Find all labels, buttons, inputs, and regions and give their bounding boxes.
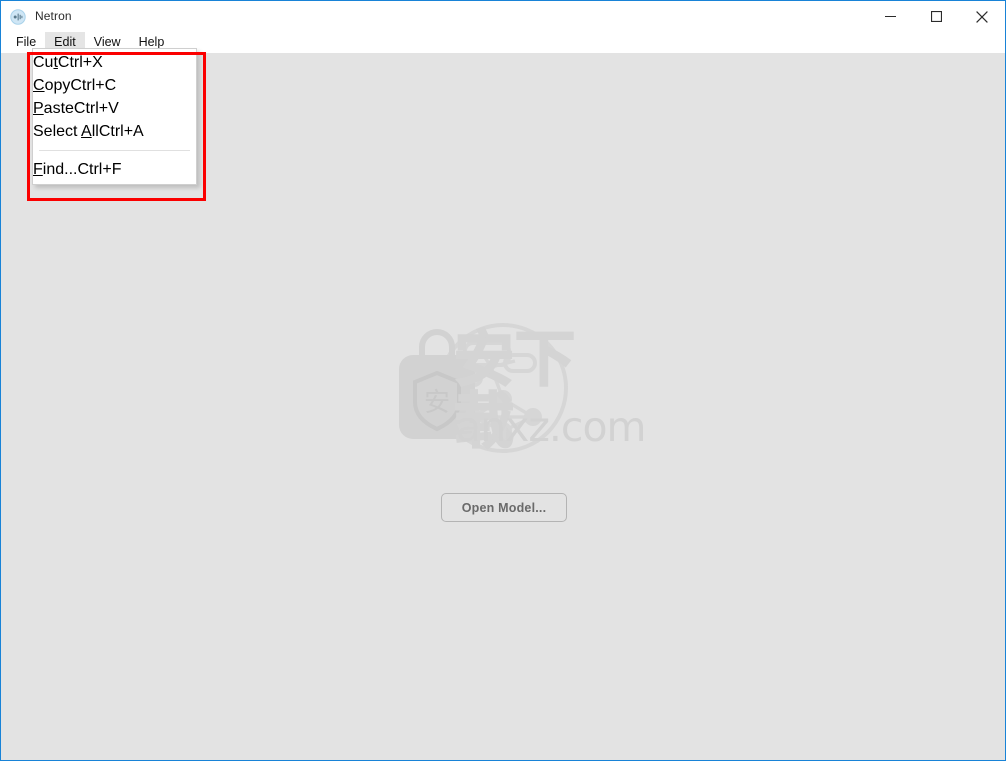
menu-item-cut[interactable]: Cut Ctrl+X: [33, 51, 196, 74]
netron-app-icon: [10, 8, 26, 25]
menu-item-paste-label: Paste: [33, 99, 74, 117]
window-title: Netron: [35, 9, 72, 23]
edit-menu-dropdown: Cut Ctrl+X Copy Ctrl+C Paste Ctrl+V Sele…: [32, 48, 197, 185]
menu-item-copy-label: Copy: [33, 76, 71, 94]
maximize-icon: [930, 11, 942, 22]
menu-item-cut-label: Cut: [33, 53, 58, 71]
menu-item-find-label: Find...: [33, 160, 78, 178]
app-window: Netron File Edit View Help 安 安下载 anxz.co…: [0, 0, 1006, 761]
menu-item-paste[interactable]: Paste Ctrl+V: [33, 97, 196, 120]
menu-item-select-all-accel: Ctrl+A: [98, 122, 144, 140]
title-bar: Netron: [1, 1, 1005, 32]
minimize-button[interactable]: [867, 1, 913, 32]
menu-item-find-accel: Ctrl+F: [77, 160, 122, 178]
maximize-button[interactable]: [913, 1, 959, 32]
close-icon: [976, 10, 988, 23]
menu-item-copy[interactable]: Copy Ctrl+C: [33, 74, 196, 97]
menu-item-paste-accel: Ctrl+V: [73, 99, 119, 117]
menu-item-cut-accel: Ctrl+X: [57, 53, 103, 71]
menu-item-select-all[interactable]: Select All Ctrl+A: [33, 120, 196, 143]
open-model-button[interactable]: Open Model...: [441, 493, 567, 522]
menu-item-find[interactable]: Find... Ctrl+F: [33, 158, 196, 181]
close-button[interactable]: [959, 1, 1005, 32]
netron-graph-logo: [381, 321, 626, 456]
minimize-icon: [884, 11, 896, 22]
menu-item-select-all-label: Select All: [33, 122, 99, 140]
menu-item-copy-accel: Ctrl+C: [70, 76, 117, 94]
menu-separator: [39, 150, 190, 151]
